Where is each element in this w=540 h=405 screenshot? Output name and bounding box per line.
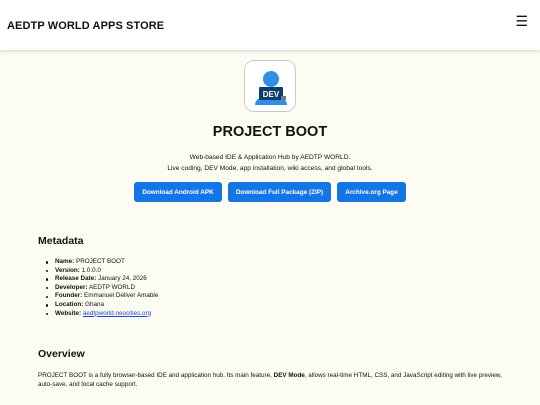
overview-highlight: DEV Mode	[273, 372, 305, 379]
metadata-key: Version:	[55, 266, 80, 274]
metadata-key: Website:	[55, 309, 82, 317]
metadata-value: 1.0.0.0	[81, 266, 101, 274]
download-full-package-button[interactable]: Download Full Package (ZIP)	[228, 182, 331, 202]
app-subtitle-line-2: Live coding, DEV Mode, app installation,…	[167, 165, 373, 172]
app-logo: DEV	[244, 60, 296, 112]
top-navigation-bar: AEDTP WORLD APPS STORE ☰	[0, 0, 540, 50]
logo-badge-text: DEV	[263, 90, 280, 99]
store-brand-title[interactable]: AEDTP WORLD APPS STORE	[7, 20, 164, 32]
metadata-key: Founder:	[55, 292, 83, 300]
overview-text-start: PROJECT BOOT is a fully browser-based ID…	[38, 372, 272, 379]
metadata-value: PROJECT BOOT	[76, 258, 125, 265]
list-item: Website: aedtpworld.neocities.org	[46, 310, 158, 319]
hamburger-menu-icon[interactable]: ☰	[515, 14, 528, 28]
list-item: Founder: Emmanuel Deliver Amable	[46, 292, 158, 301]
metadata-value: Ghana	[85, 300, 104, 308]
list-item: Developer: AEDTP WORLD	[46, 284, 158, 293]
metadata-key: Release Date:	[55, 275, 97, 283]
metadata-heading: Metadata	[38, 235, 84, 247]
list-item: Version: 1.0.0.0	[46, 267, 158, 276]
download-android-apk-button[interactable]: Download Android APK	[134, 182, 222, 202]
metadata-list: Name: PROJECT BOOT Version: 1.0.0.0 Rele…	[46, 258, 158, 318]
app-title: PROJECT BOOT	[212, 124, 328, 140]
list-item: Release Date: January 24, 2026	[46, 275, 158, 284]
metadata-value: January 24, 2026	[98, 275, 147, 283]
list-item: Location: Ghana	[46, 301, 158, 310]
website-link[interactable]: aedtpworld.neocities.org	[83, 310, 151, 317]
overview-heading: Overview	[38, 348, 85, 360]
archive-org-page-button[interactable]: Archive.org Page	[337, 182, 406, 202]
list-item: Name: PROJECT BOOT	[46, 258, 158, 267]
metadata-key: Developer:	[55, 283, 88, 291]
overview-paragraph: PROJECT BOOT is a fully browser-based ID…	[38, 371, 508, 389]
metadata-key: Name:	[55, 258, 75, 265]
metadata-value: Emmanuel Deliver Amable	[84, 292, 159, 300]
metadata-key: Location:	[55, 300, 84, 308]
app-subtitle-line-1: Web-based IDE & Application Hub by AEDTP…	[189, 154, 351, 161]
user-dev-icon: DEV	[245, 61, 295, 111]
metadata-value: AEDTP WORLD	[88, 283, 136, 291]
